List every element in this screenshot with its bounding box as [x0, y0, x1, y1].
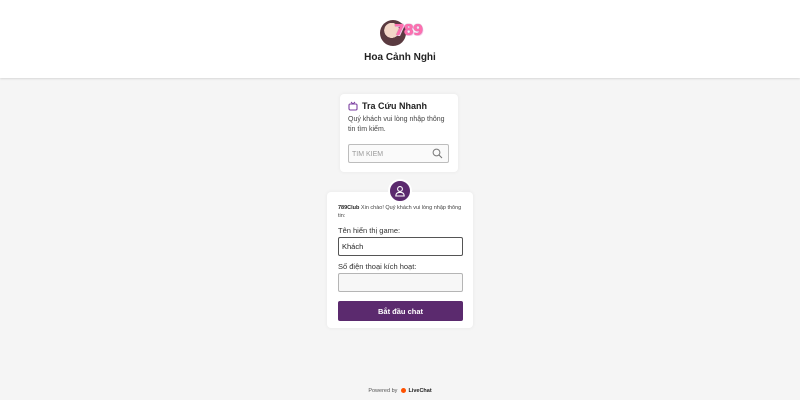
- quick-search-title-row: Tra Cứu Nhanh: [348, 100, 427, 112]
- tv-icon: [348, 101, 358, 111]
- powered-by-footer: Powered by LiveChat: [0, 388, 800, 394]
- name-field[interactable]: [338, 237, 463, 256]
- phone-field-label: Số điện thoại kích hoạt:: [338, 262, 417, 271]
- page-header: 789 Hoa Cảnh Nghi: [0, 0, 800, 78]
- user-icon: [395, 186, 405, 197]
- agent-avatar: [388, 179, 412, 203]
- name-field-label: Tên hiển thị game:: [338, 226, 401, 235]
- greeting-message: 789Club Xin chào! Quý khách vui lòng nhậ…: [338, 204, 466, 220]
- livechat-link[interactable]: LiveChat: [408, 388, 431, 394]
- quick-search-title: Tra Cứu Nhanh: [362, 101, 428, 111]
- logo-number: 789: [394, 21, 423, 39]
- search-icon[interactable]: [432, 148, 443, 159]
- livechat-logo-icon: [400, 388, 406, 394]
- search-box: [348, 144, 449, 163]
- start-chat-button[interactable]: Bắt đầu chat: [338, 301, 463, 321]
- search-input[interactable]: [352, 148, 428, 160]
- quick-search-card: Tra Cứu Nhanh Quý khách vui lòng nhập th…: [340, 94, 458, 172]
- powered-by-text: Powered by: [368, 388, 398, 394]
- quick-search-description: Quý khách vui lòng nhập thông tin tìm ki…: [348, 116, 445, 133]
- brand-name: Hoa Cảnh Nghi: [364, 52, 436, 63]
- greeting-brand: 789Club: [338, 205, 360, 211]
- phone-field[interactable]: [338, 273, 463, 292]
- brand-logo: 789: [380, 20, 424, 48]
